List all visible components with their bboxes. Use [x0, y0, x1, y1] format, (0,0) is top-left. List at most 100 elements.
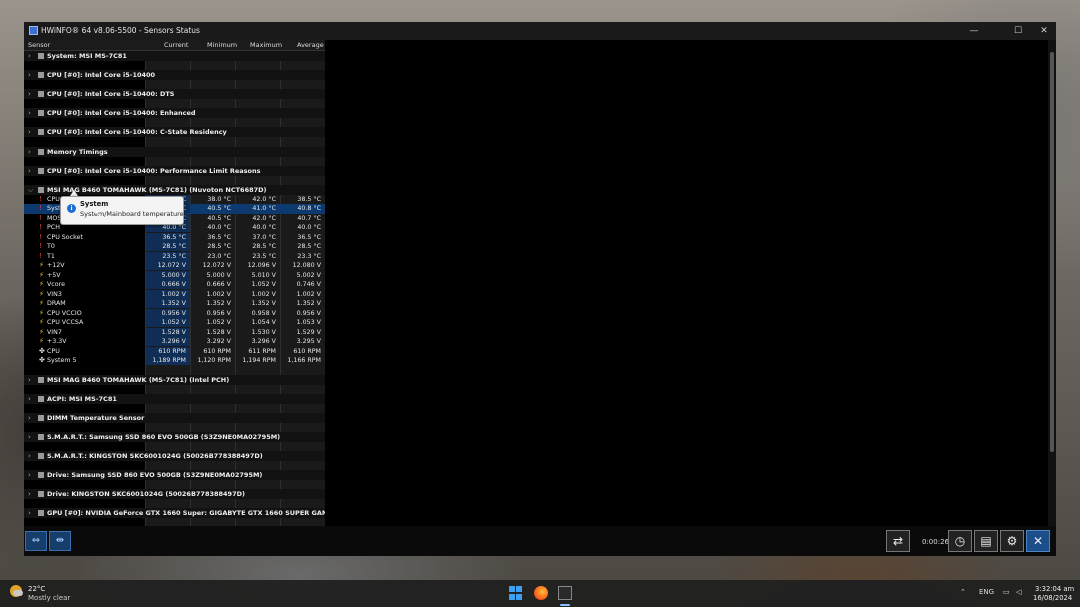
chip-icon: [38, 414, 44, 421]
sensor-name: Vcore: [47, 281, 65, 289]
value-minimum: 610 RPM: [203, 347, 231, 355]
scrollbar-thumb[interactable]: [1050, 52, 1054, 452]
sensor-group[interactable]: › System: MSI MS-7C81: [24, 51, 325, 61]
tray-chevron-up-icon[interactable]: ⌃: [960, 588, 966, 596]
sensor-group-label: MSI MAG B460 TOMAHAWK (MS-7C81) (Intel P…: [47, 375, 230, 384]
sensor-name: VIN3: [47, 290, 62, 298]
sensor-group[interactable]: › CPU [#0]: Intel Core i5-10400: Enhanced: [24, 108, 325, 119]
column-header-maximum[interactable]: Maximum: [250, 41, 282, 49]
chip-icon: [38, 472, 44, 479]
column-header-minimum[interactable]: Minimum: [207, 41, 237, 49]
active-app-indicator: [560, 604, 570, 606]
sensor-name: +3.3V: [47, 338, 67, 346]
value-maximum: 37.0 °C: [252, 233, 276, 241]
sensor-group[interactable]: › CPU [#0]: Intel Core i5-10400: [24, 70, 325, 81]
maximize-button[interactable]: ☐: [1006, 24, 1030, 38]
network-tray-icon[interactable]: ▭: [1003, 588, 1010, 596]
chip-icon: [38, 434, 44, 440]
sensor-group[interactable]: › CPU [#0]: Intel Core i5-10400: C-State …: [24, 127, 325, 138]
volume-icon[interactable]: ◁: [1016, 588, 1021, 596]
value-maximum: 1.052 V: [251, 281, 276, 289]
sensor-name: CPU VCCIO: [47, 309, 82, 317]
sensor-group[interactable]: › Drive: KINGSTON SKC6001024G (50026B7783…: [24, 489, 325, 500]
chevron-right-icon[interactable]: ›: [28, 490, 31, 498]
chevron-right-icon[interactable]: ›: [28, 52, 31, 60]
sensor-row[interactable]: ✤ System 5 1,189 RPM 1,120 RPM 1,194 RPM 1,16…: [24, 356, 325, 366]
chevron-right-icon[interactable]: ›: [28, 109, 31, 117]
chevron-right-icon[interactable]: ›: [28, 376, 31, 384]
chevron-right-icon[interactable]: ›: [28, 433, 31, 441]
sensor-group[interactable]: › DIMM Temperature Sensor: [24, 412, 325, 423]
value-maximum: 611 RPM: [248, 347, 276, 355]
weather-temp[interactable]: 22°C: [28, 585, 45, 593]
clock-time[interactable]: 3:32:04 am: [1035, 585, 1074, 593]
navigate-left-right-icon[interactable]: ⇔: [25, 531, 47, 551]
value-current: 3.296 V: [161, 338, 186, 346]
sensor-row[interactable]: ⚡ CPU VCCSA 1.052 V 1.052 V 1.054 V 1.053 V: [24, 318, 325, 328]
thermometer-icon: !: [39, 242, 42, 251]
close-button[interactable]: ✕: [1032, 24, 1056, 38]
sensor-row[interactable]: ! CPU Socket 36.5 °C 36.5 °C 37.0 °C 36.5 °C: [24, 232, 325, 243]
chevron-right-icon[interactable]: ›: [28, 90, 31, 98]
hwinfo-taskbar-icon[interactable]: [558, 586, 572, 600]
weather-icon[interactable]: [10, 585, 23, 597]
report-icon[interactable]: ▤: [974, 530, 998, 552]
firefox-icon[interactable]: [534, 586, 548, 600]
chevron-right-icon[interactable]: ›: [28, 471, 31, 479]
value-minimum: 1,120 RPM: [197, 357, 231, 365]
chevron-down-icon[interactable]: ⌵: [28, 186, 33, 195]
sensor-row[interactable]: ⚡ +5V 5.000 V 5.000 V 5.010 V 5.002 V: [24, 270, 325, 281]
language-indicator[interactable]: ENG: [979, 588, 994, 596]
column-header-sensor[interactable]: Sensor: [28, 41, 50, 49]
sensor-row[interactable]: ⚡ VIN7 1.528 V 1.528 V 1.530 V 1.529 V: [24, 327, 325, 338]
chevron-right-icon[interactable]: ›: [28, 414, 31, 422]
sensor-row[interactable]: ! T1 23.5 °C 23.0 °C 23.5 °C 23.3 °C: [24, 251, 325, 262]
sensor-row[interactable]: ⚡ VIN3 1.002 V 1.002 V 1.002 V 1.002 V: [24, 289, 325, 300]
column-header-average[interactable]: Average: [297, 41, 324, 49]
sensor-row[interactable]: ⚡ Vcore 0.666 V 0.666 V 1.052 V 0.746 V: [24, 280, 325, 290]
value-minimum: 23.0 °C: [207, 252, 231, 260]
chevron-right-icon[interactable]: ›: [28, 452, 31, 460]
sensor-group[interactable]: › ACPI: MSI MS-7C81: [24, 393, 325, 404]
close-sensors-icon[interactable]: ✕: [1026, 530, 1050, 552]
sensor-row[interactable]: ⚡ CPU VCCIO 0.956 V 0.956 V 0.958 V 0.956 V: [24, 308, 325, 319]
chevron-right-icon[interactable]: ›: [28, 71, 31, 79]
sensor-group[interactable]: › CPU [#0]: Intel Core i5-10400: Performa…: [24, 165, 325, 176]
value-average: 5.002 V: [296, 271, 321, 279]
taskbar: 22°C Mostly clear ⌃ ENG ▭ ◁ 3:32:04 am 1…: [0, 580, 1080, 607]
clock-reset-icon[interactable]: ◷: [948, 530, 972, 552]
sensor-group[interactable]: › GPU [#0]: NVIDIA GeForce GTX 1660 Super…: [24, 508, 325, 519]
value-average: 1.002 V: [296, 290, 321, 298]
chevron-right-icon[interactable]: ›: [28, 167, 31, 175]
tooltip-title: System: [80, 200, 109, 208]
chevron-right-icon[interactable]: ›: [28, 395, 31, 403]
network-icon[interactable]: ⇄: [886, 530, 910, 552]
clock-date[interactable]: 16/08/2024: [1033, 594, 1072, 602]
sensor-group-label: CPU [#0]: Intel Core i5-10400: C-State R…: [47, 128, 227, 137]
sensor-row[interactable]: ⚡ +3.3V 3.296 V 3.292 V 3.296 V 3.295 V: [24, 337, 325, 347]
value-current: 36.5 °C: [162, 233, 186, 241]
title-bar[interactable]: HWiNFO® 64 v8.06-5500 - Sensors Status —…: [24, 22, 1056, 40]
sensor-row[interactable]: ⚡ +12V 12.072 V 12.072 V 12.096 V 12.080 V: [24, 261, 325, 271]
chevron-right-icon[interactable]: ›: [28, 128, 31, 136]
settings-gear-icon[interactable]: ⚙: [1000, 530, 1024, 552]
value-maximum: 41.0 °C: [252, 205, 276, 213]
vertical-scrollbar[interactable]: [1048, 40, 1056, 526]
sensor-group[interactable]: › MSI MAG B460 TOMAHAWK (MS-7C81) (Intel …: [24, 374, 325, 385]
column-header-current[interactable]: Current: [164, 41, 188, 49]
sensor-row[interactable]: ! T0 28.5 °C 28.5 °C 28.5 °C 28.5 °C: [24, 242, 325, 252]
sensor-group[interactable]: › S.M.A.R.T.: KINGSTON SKC6001024G (50026…: [24, 451, 325, 462]
collapse-expand-icon[interactable]: ⇹: [49, 531, 71, 551]
chevron-right-icon[interactable]: ›: [28, 509, 31, 517]
sensor-group[interactable]: › CPU [#0]: Intel Core i5-10400: DTS: [24, 89, 325, 100]
chevron-right-icon[interactable]: ›: [28, 148, 31, 156]
sensor-group[interactable]: › Memory Timings: [24, 146, 325, 157]
value-current: 0.666 V: [161, 281, 186, 289]
sensor-row[interactable]: ⚡ DRAM 1.352 V 1.352 V 1.352 V 1.352 V: [24, 299, 325, 309]
sensor-row[interactable]: ✤ CPU 610 RPM 610 RPM 611 RPM 610 RPM: [24, 346, 325, 357]
weather-condition[interactable]: Mostly clear: [28, 594, 70, 602]
minimize-button[interactable]: —: [962, 24, 986, 38]
start-menu-icon[interactable]: [509, 586, 523, 600]
sensor-group[interactable]: › Drive: Samsung SSD 860 EVO 500GB (S3Z9N…: [24, 470, 325, 481]
sensor-group[interactable]: › S.M.A.R.T.: Samsung SSD 860 EVO 500GB (…: [24, 432, 325, 442]
